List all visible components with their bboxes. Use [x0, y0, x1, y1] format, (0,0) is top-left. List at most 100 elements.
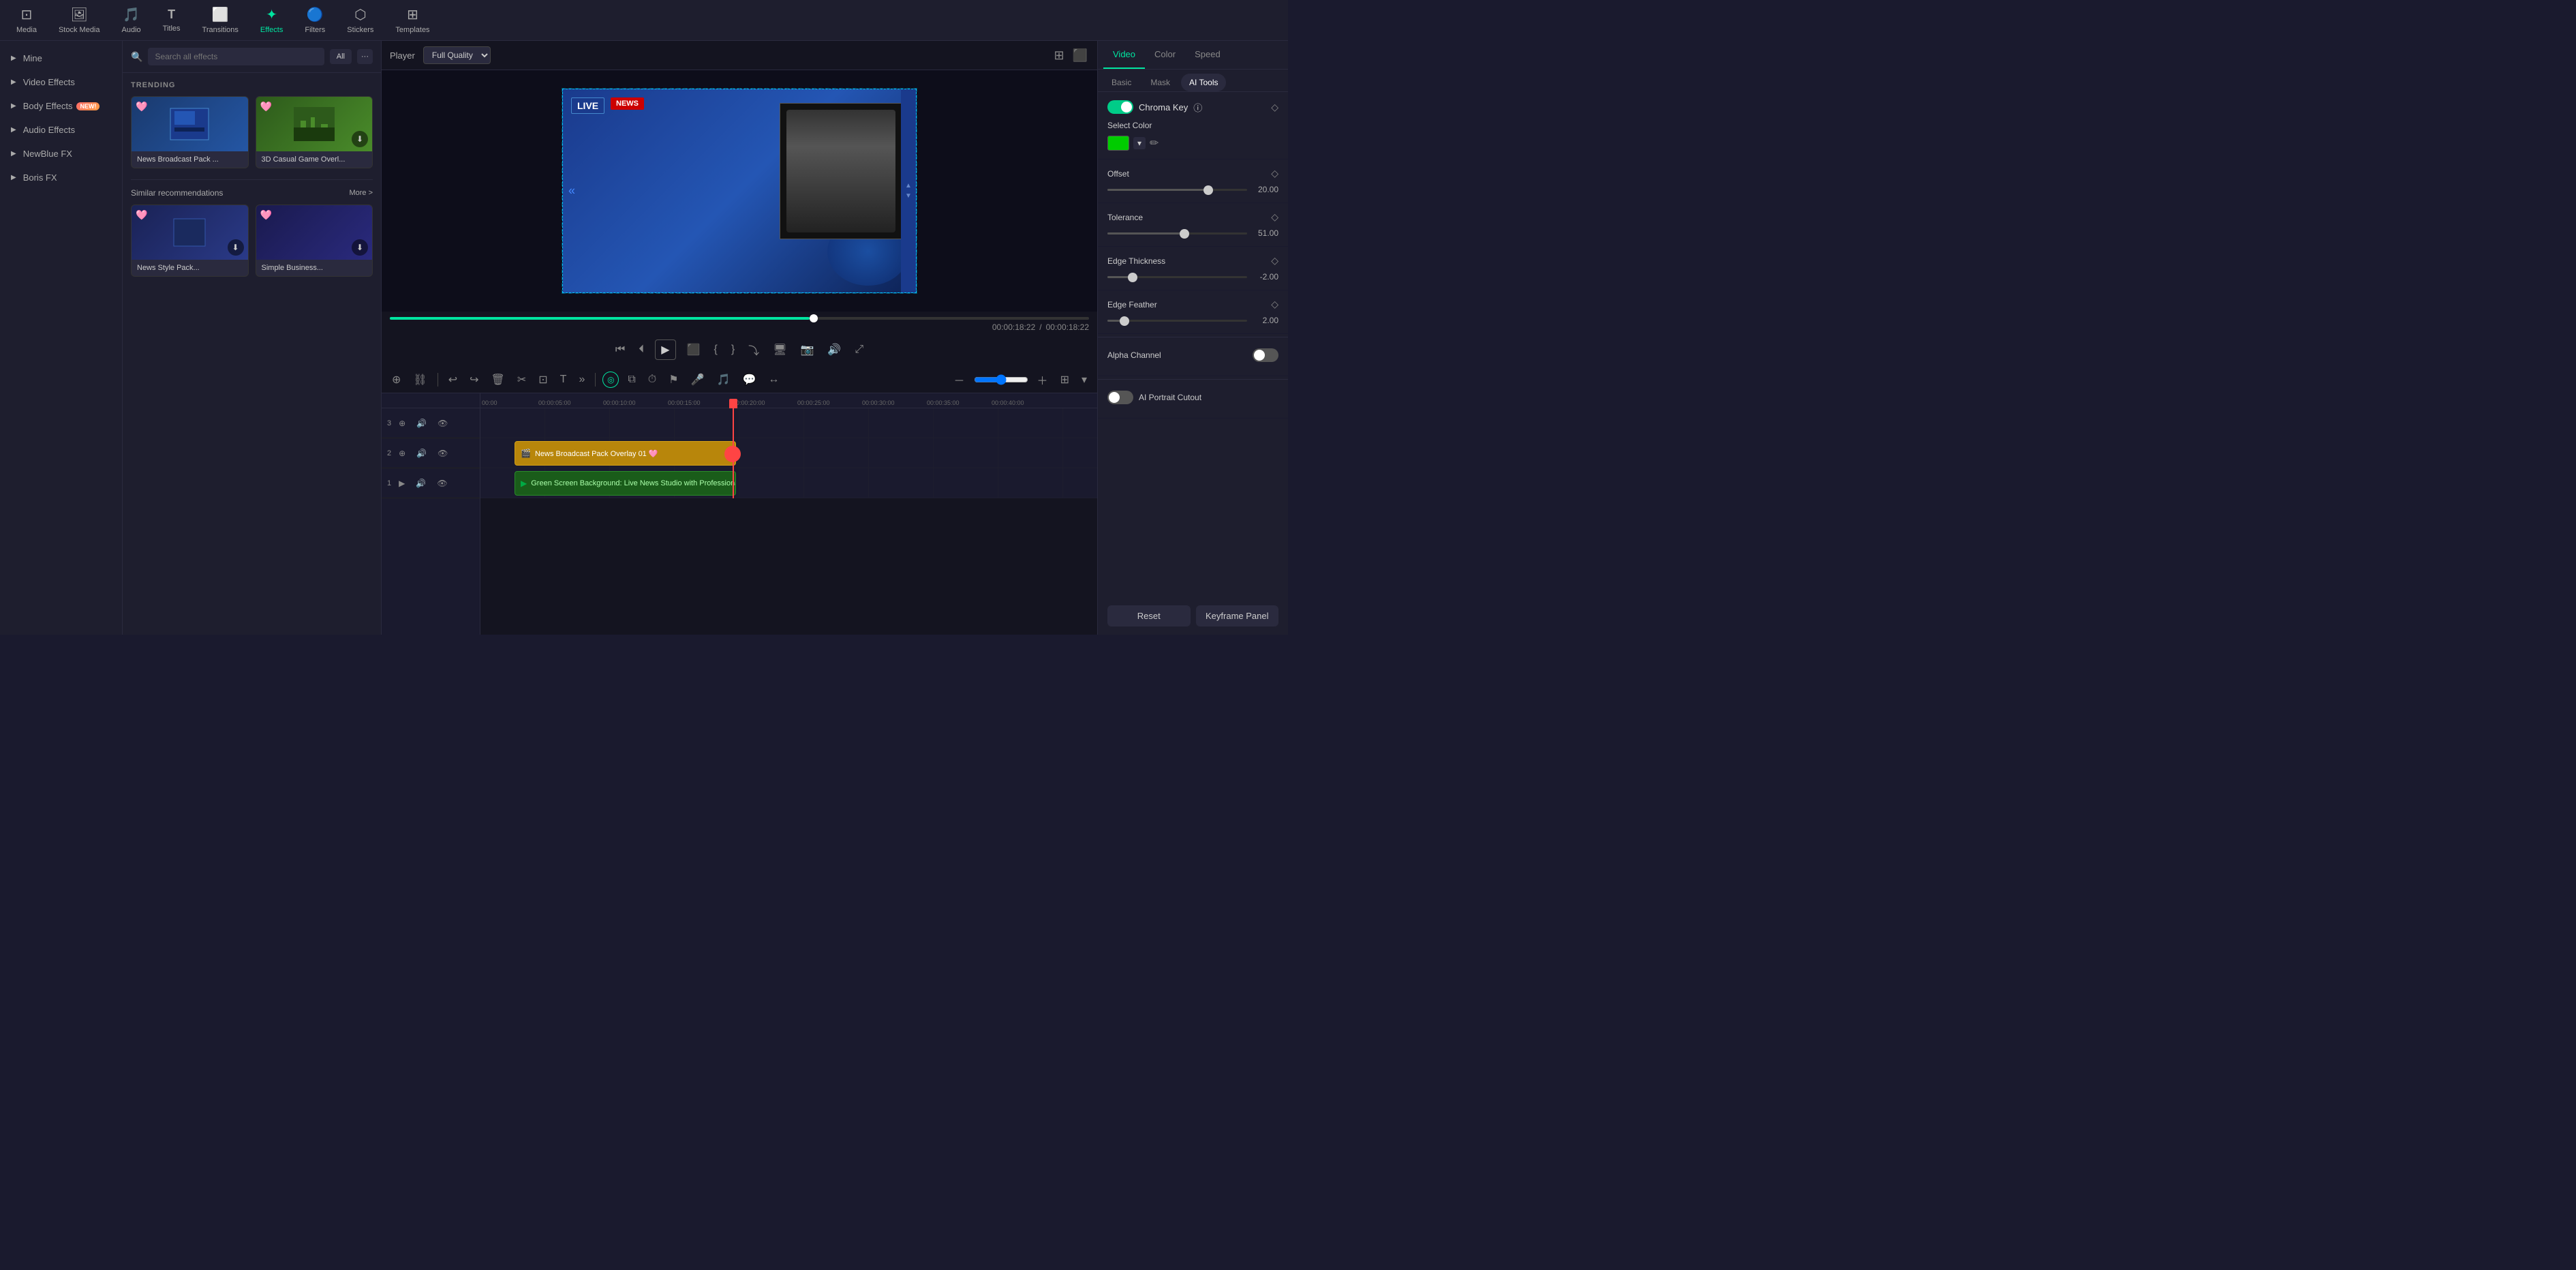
more-button[interactable]: More > [349, 189, 373, 197]
zoom-slider[interactable] [974, 374, 1028, 385]
screen-button[interactable]: 🖥 [770, 340, 789, 359]
sidebar-item-video-effects[interactable]: ▶ Video Effects [0, 70, 122, 94]
sidebar-item-audio-effects[interactable]: ▶ Audio Effects [0, 118, 122, 142]
effect-card-3d-casual[interactable]: 🩷 ⬇ 3D Casual Game Overl... [256, 96, 373, 168]
more-options-button[interactable]: ··· [357, 49, 373, 64]
reset-button[interactable]: Reset [1107, 605, 1191, 626]
progress-thumb[interactable] [810, 314, 818, 322]
nav-media[interactable]: ⊡ Media [5, 2, 48, 38]
filter-button[interactable]: All [330, 49, 352, 64]
track-visibility-button[interactable]: 👁 [433, 477, 450, 490]
nav-templates[interactable]: ⊞ Templates [384, 2, 440, 38]
track-play-button[interactable]: ▶ [395, 477, 408, 490]
keyframe-diamond[interactable]: ◇ [1271, 211, 1278, 223]
play-button[interactable]: ▶ [655, 339, 675, 360]
subtab-ai-tools[interactable]: AI Tools [1181, 74, 1226, 91]
track-visibility-button[interactable]: 👁 [434, 417, 451, 430]
nav-transitions[interactable]: ⬜ Transitions [191, 2, 249, 38]
fullscreen-button[interactable]: ⬛ [1071, 47, 1089, 64]
zoom-in-button[interactable]: ＋ [1034, 369, 1052, 390]
effect-card-news-style[interactable]: 🩷 ⬇ News Style Pack... [131, 205, 249, 277]
offset-slider-track[interactable] [1107, 189, 1247, 191]
trim-button[interactable]: ⊡ [535, 371, 551, 389]
edge-thickness-slider-track[interactable] [1107, 276, 1247, 278]
more-tl-button[interactable]: » [575, 372, 588, 388]
track-visibility-button[interactable]: 👁 [434, 447, 451, 460]
zoom-out-button[interactable]: － [951, 369, 968, 390]
edge-feather-thumb[interactable] [1120, 316, 1129, 326]
quality-select[interactable]: Full Quality [423, 46, 491, 64]
speed-button[interactable]: ⏱ [645, 372, 660, 388]
tolerance-slider-track[interactable] [1107, 232, 1247, 235]
color-box[interactable] [1107, 136, 1129, 151]
ai-portrait-toggle[interactable] [1107, 391, 1133, 404]
keyframe-diamond[interactable]: ◇ [1271, 255, 1278, 267]
track-volume-button[interactable]: 🔊 [413, 447, 430, 460]
subtab-mask[interactable]: Mask [1142, 74, 1178, 91]
edge-feather-slider-track[interactable] [1107, 320, 1247, 322]
step-back-button[interactable]: ⏴ [636, 341, 647, 359]
subtitle-button[interactable]: 💬 [739, 371, 759, 389]
chroma-key-toggle[interactable] [1107, 100, 1133, 114]
insert-button[interactable]: ⤵ [746, 339, 762, 361]
marker-button[interactable]: ⚑ [665, 371, 681, 389]
camera-button[interactable]: 📷 [798, 340, 817, 359]
mark-out-button[interactable]: } [729, 341, 737, 359]
nav-effects[interactable]: ✦ Effects [249, 2, 294, 38]
go-start-button[interactable]: ⏮ [613, 341, 628, 359]
voice-button[interactable]: 🎤 [688, 371, 708, 389]
tolerance-thumb[interactable] [1180, 229, 1189, 239]
cut-button[interactable]: ✂ [514, 371, 530, 389]
expand-button[interactable]: ⤢ [852, 341, 866, 359]
undo-button[interactable]: ↩ [445, 371, 461, 389]
nav-stock-media[interactable]: 🖼 Stock Media [48, 2, 111, 38]
color-dropdown-button[interactable]: ▾ [1133, 137, 1146, 149]
sidebar-item-mine[interactable]: ▶ Mine [0, 46, 122, 70]
music-button[interactable]: 🎵 [714, 371, 734, 389]
sidebar-item-body-effects[interactable]: ▶ Body Effects NEW! [0, 94, 122, 118]
layout-button[interactable]: ⊞ [1057, 371, 1073, 389]
link-button[interactable]: ⛓ [410, 371, 430, 389]
grid-view-button[interactable]: ⊞ [1052, 47, 1065, 64]
subtab-basic[interactable]: Basic [1103, 74, 1139, 91]
tab-color[interactable]: Color [1145, 41, 1185, 69]
sidebar-item-boris-fx[interactable]: ▶ Boris FX [0, 166, 122, 190]
overlay-clip[interactable]: 🎬 News Broadcast Pack Overlay 01 🩷 [515, 441, 736, 466]
track-volume-button[interactable]: 🔊 [413, 417, 430, 430]
overlay-button[interactable]: ⧉ [624, 372, 639, 388]
alpha-channel-toggle[interactable] [1253, 348, 1278, 362]
nav-titles[interactable]: T Titles [152, 3, 191, 37]
info-icon[interactable]: ⓘ [1193, 101, 1202, 114]
progress-bar[interactable] [390, 317, 1089, 320]
color-picker-icon[interactable]: ✏ [1150, 136, 1159, 150]
keyframe-panel-button[interactable]: Keyframe Panel [1196, 605, 1279, 626]
stop-button[interactable]: ⬛ [684, 340, 703, 359]
search-input[interactable] [148, 48, 324, 65]
tab-video[interactable]: Video [1103, 41, 1145, 69]
redo-button[interactable]: ↪ [466, 371, 482, 389]
track-volume-button[interactable]: 🔊 [412, 477, 429, 490]
text-button[interactable]: T [557, 372, 570, 388]
effect-card-news-broadcast[interactable]: 🩷 News Broadcast Pack ... [131, 96, 249, 168]
offset-thumb[interactable] [1203, 185, 1213, 195]
settings-button[interactable]: ▾ [1078, 371, 1090, 389]
nav-stickers[interactable]: ⬡ Stickers [336, 2, 384, 38]
keyframe-diamond[interactable]: ◇ [1271, 168, 1278, 179]
keyframe-diamond[interactable]: ◇ [1271, 102, 1278, 113]
tab-speed[interactable]: Speed [1185, 41, 1230, 69]
keyframe-diamond[interactable]: ◇ [1271, 299, 1278, 310]
effect-card-simple-business[interactable]: 🩷 ⬇ Simple Business... [256, 205, 373, 277]
audio-button[interactable]: 🔊 [825, 340, 844, 359]
nav-audio[interactable]: 🎵 Audio [111, 2, 152, 38]
delete-button[interactable]: 🗑 [488, 371, 508, 389]
loop-button[interactable]: ↔ [765, 372, 782, 388]
green-clip[interactable]: ▶ Green Screen Background: Live News Stu… [515, 471, 736, 496]
add-track-button[interactable]: ⊕ [388, 371, 404, 389]
track-add-button[interactable]: ⊕ [395, 447, 409, 460]
nav-filters[interactable]: 🔵 Filters [294, 2, 336, 38]
sidebar-item-newblue-fx[interactable]: ▶ NewBlue FX [0, 142, 122, 166]
track-add-button[interactable]: ⊕ [395, 417, 409, 430]
mark-in-button[interactable]: { [711, 341, 720, 359]
snap-button[interactable]: ◎ [602, 372, 619, 388]
edge-thickness-thumb[interactable] [1128, 273, 1137, 282]
